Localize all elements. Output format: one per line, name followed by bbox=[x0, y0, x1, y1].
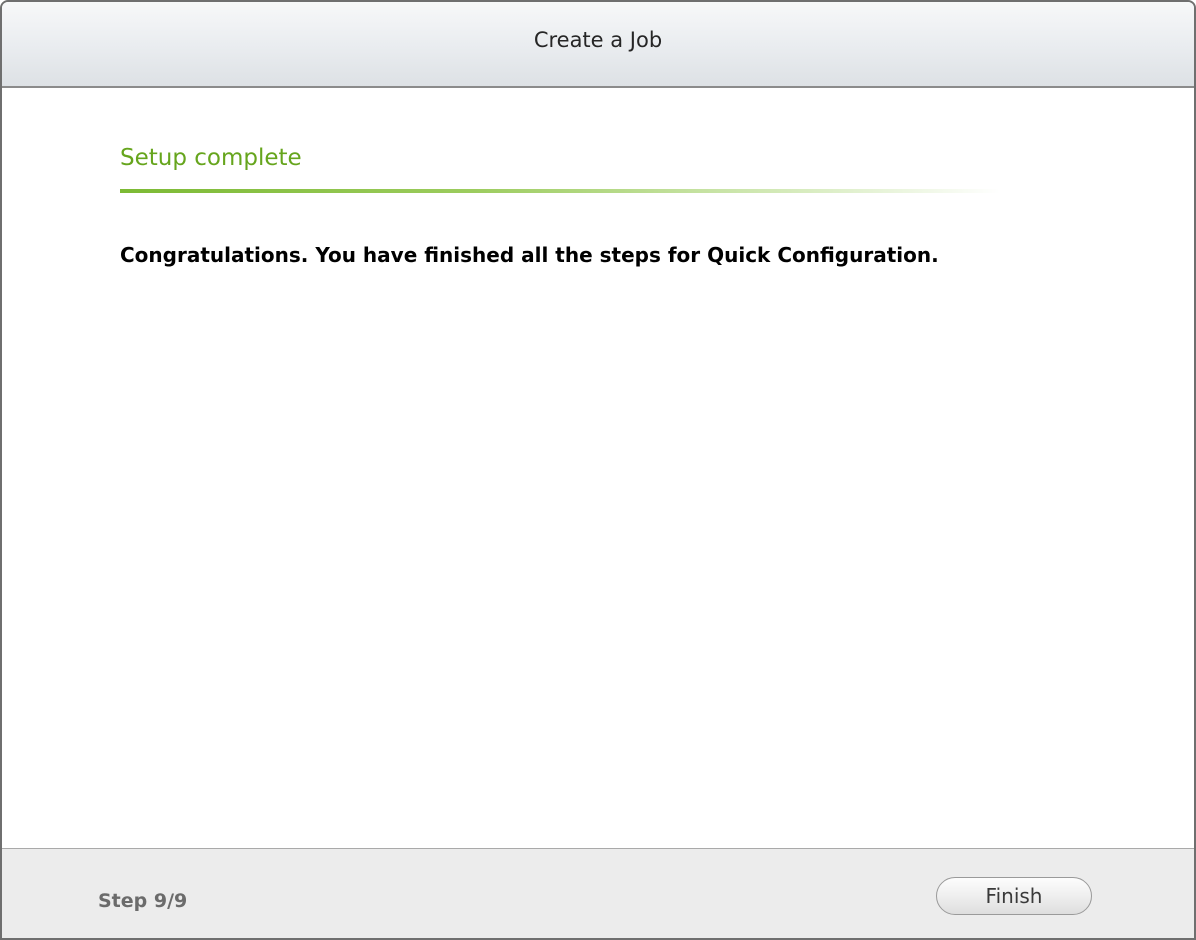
dialog-title: Create a Job bbox=[533, 28, 663, 52]
create-job-dialog: Create a Job Setup complete Congratulati… bbox=[0, 0, 1196, 940]
dialog-footer: Step 9/9 Finish bbox=[2, 848, 1194, 938]
completion-message: Congratulations. You have finished all t… bbox=[120, 243, 939, 267]
step-indicator: Step 9/9 bbox=[98, 890, 188, 912]
section-title: Setup complete bbox=[120, 145, 302, 171]
section-divider bbox=[120, 189, 1000, 193]
dialog-content: Setup complete Congratulations. You have… bbox=[2, 88, 1194, 848]
finish-button[interactable]: Finish bbox=[936, 877, 1092, 915]
dialog-titlebar[interactable]: Create a Job bbox=[2, 2, 1194, 88]
